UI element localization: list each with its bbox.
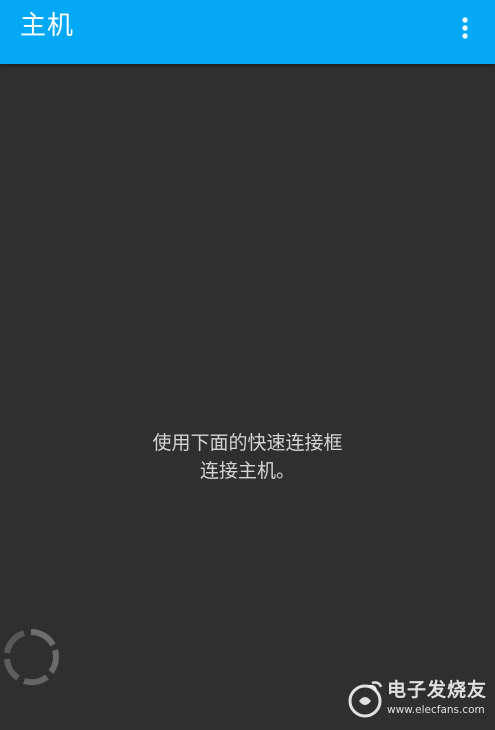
elecfans-watermark: 电子发烧友 www.elecfans.com xyxy=(345,673,495,725)
app-title: 主机 xyxy=(20,11,75,41)
loading-spinner-icon xyxy=(4,628,59,686)
empty-message-line-2: 连接主机。 xyxy=(199,460,295,482)
empty-hosts-message: 使用下面的快速连接框 连接主机。 xyxy=(0,429,495,485)
empty-message-line-1: 使用下面的快速连接框 xyxy=(152,432,343,454)
overflow-menu-button[interactable] xyxy=(449,12,481,44)
hosts-list-area: 使用下面的快速连接框 连接主机。 xyxy=(0,64,495,730)
watermark-url: www.elecfans.com xyxy=(387,704,485,716)
watermark-title: 电子发烧友 xyxy=(387,679,488,701)
app-bar: 主机 xyxy=(0,0,495,64)
elecfans-logo-icon xyxy=(348,681,383,718)
more-vert-icon xyxy=(462,17,468,39)
quick-connect-spinner[interactable] xyxy=(2,628,60,686)
